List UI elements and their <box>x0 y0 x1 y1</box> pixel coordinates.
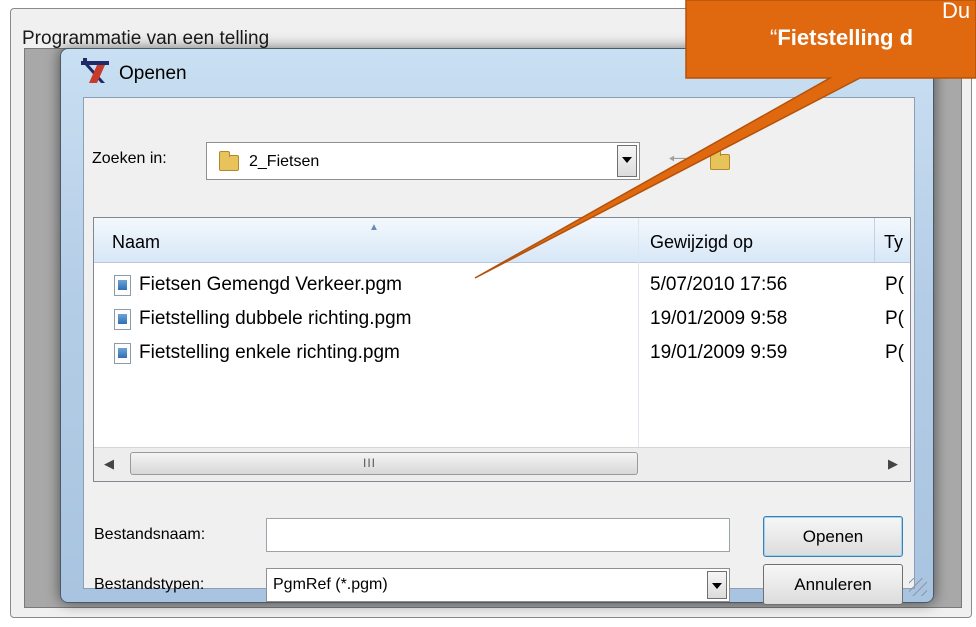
file-row[interactable]: Fietstelling enkele richting.pgm 19/01/2… <box>94 336 910 370</box>
file-icon <box>114 275 131 296</box>
scroll-right-icon[interactable]: ▶ <box>888 456 898 472</box>
look-in-value: 2_Fietsen <box>249 153 320 170</box>
file-name: Fietstelling dubbele richting.pgm <box>139 308 412 329</box>
file-row[interactable]: Fietsen Gemengd Verkeer.pgm 5/07/2010 17… <box>94 268 910 302</box>
file-date: 19/01/2009 9:58 <box>650 308 788 329</box>
file-name: Fietstelling enkele richting.pgm <box>139 342 400 363</box>
filename-label: Bestandsnaam: <box>94 526 206 543</box>
file-date: 19/01/2009 9:59 <box>650 342 788 363</box>
column-name[interactable]: Naam <box>112 232 160 253</box>
chevron-down-icon[interactable] <box>707 571 727 599</box>
dialog-body: Zoeken in: 2_Fietsen 🠐 ▲ Naam Gewijzigd … <box>83 97 915 605</box>
resize-grip[interactable] <box>909 578 927 596</box>
horizontal-scrollbar[interactable]: ◀ III ▶ <box>94 447 910 481</box>
outer-window-title: Programmatie van een telling <box>22 28 270 49</box>
column-type[interactable]: Ty <box>884 232 903 253</box>
open-dialog: Openen Zoeken in: 2_Fietsen 🠐 ▲ Naam Gew… <box>60 48 934 605</box>
filetype-combo[interactable]: PgmRef (*.pgm) <box>266 568 730 602</box>
chevron-down-icon[interactable] <box>617 145 637 177</box>
app-icon <box>81 58 109 83</box>
callout-text: Du <box>942 0 971 23</box>
file-type: P( <box>885 274 904 295</box>
file-type: P( <box>885 342 904 363</box>
file-list[interactable]: ▲ Naam Gewijzigd op Ty Fietsen Gemengd V… <box>93 217 911 482</box>
file-date: 5/07/2010 17:56 <box>650 274 788 295</box>
filetype-value: PgmRef (*.pgm) <box>273 576 388 593</box>
dialog-titlebar[interactable]: Openen <box>61 49 933 99</box>
cancel-button[interactable]: Annuleren <box>763 564 903 605</box>
folder-icon <box>219 151 239 171</box>
look-in-label: Zoeken in: <box>92 150 167 167</box>
callout-filename: Fietstelling d <box>777 25 914 50</box>
filetype-label: Bestandstypen: <box>94 576 205 593</box>
column-date[interactable]: Gewijzigd op <box>650 232 753 253</box>
scroll-left-icon[interactable]: ◀ <box>104 456 114 472</box>
scrollbar-thumb[interactable]: III <box>130 452 638 475</box>
up-folder-icon[interactable] <box>710 150 730 170</box>
file-icon <box>114 309 131 330</box>
open-button[interactable]: Openen <box>763 516 903 557</box>
file-row[interactable]: Fietstelling dubbele richting.pgm 19/01/… <box>94 302 910 336</box>
column-divider[interactable] <box>874 218 875 262</box>
file-name: Fietsen Gemengd Verkeer.pgm <box>139 274 402 295</box>
callout-text: “Fietstelling d <box>770 25 913 51</box>
scrollbar-grip: III <box>363 456 377 470</box>
filename-input[interactable] <box>266 518 730 552</box>
sort-arrow-icon: ▲ <box>369 222 379 233</box>
dialog-title: Openen <box>119 63 187 84</box>
file-icon <box>114 343 131 364</box>
list-header: ▲ Naam Gewijzigd op Ty <box>94 218 910 263</box>
back-arrow-icon[interactable]: 🠐 <box>668 142 687 180</box>
file-type: P( <box>885 308 904 329</box>
look-in-combo[interactable]: 2_Fietsen <box>206 142 640 180</box>
